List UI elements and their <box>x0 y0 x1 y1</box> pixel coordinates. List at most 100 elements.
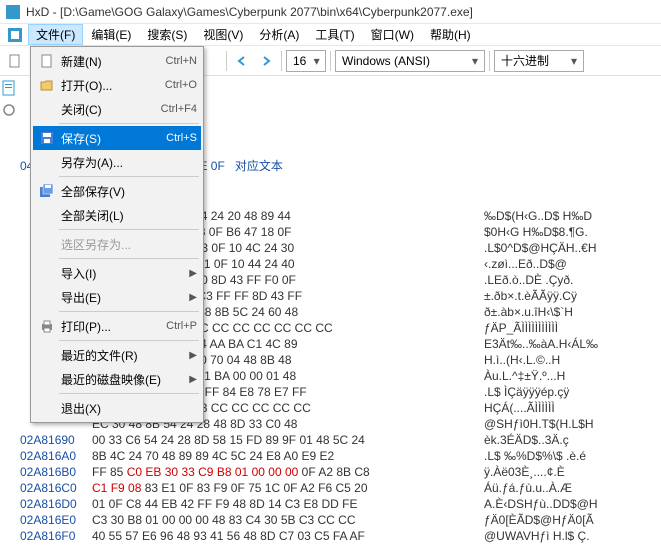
menu-4[interactable]: 分析(A) <box>251 24 307 45</box>
menuitem-new[interactable]: 新建(N)Ctrl+N <box>33 49 201 73</box>
menu-3[interactable]: 视图(V) <box>195 24 251 45</box>
addr: 02A816E0 <box>20 512 92 528</box>
menuitem-print[interactable]: 打印(P)...Ctrl+P <box>33 314 201 338</box>
chevron-down-icon: ▾ <box>468 54 482 68</box>
ascii[interactable]: ‰D$(H‹G..D$ H‰D <box>484 208 592 224</box>
bytes[interactable]: FF 85 C0 EB 30 33 C9 B8 01 00 00 00 0F A… <box>92 464 484 480</box>
menu-2[interactable]: 搜索(S) <box>139 24 195 45</box>
hex-row[interactable]: 02A8169000 33 C6 54 24 28 8D 58 15 FD 89… <box>20 432 598 448</box>
menu-1[interactable]: 编辑(E) <box>83 24 139 45</box>
file-menu: 新建(N)Ctrl+N打开(O)...Ctrl+O关闭(C)Ctrl+F4保存(… <box>30 46 204 423</box>
chevron-down-icon: ▾ <box>567 54 581 68</box>
bytes[interactable]: 8B 4C 24 70 48 89 89 4C 5C 24 E8 A0 E9 E… <box>92 448 484 464</box>
menuitem-close-all[interactable]: 全部关闭(L) <box>33 203 201 227</box>
menuitem-export[interactable]: 导出(E)▶ <box>33 285 201 309</box>
print-icon <box>37 318 57 334</box>
menuitem-save-as[interactable]: 另存为(A)... <box>33 150 201 174</box>
shortcut-label: Ctrl+P <box>166 320 197 332</box>
blank-icon <box>37 347 57 363</box>
shortcut-label: Ctrl+F4 <box>161 103 197 115</box>
app-menu-icon[interactable] <box>2 24 28 45</box>
ascii[interactable]: èk.3ÉÄD$..3Ä.ç <box>484 432 569 448</box>
menuitem-recent-images[interactable]: 最近的磁盘映像(E)▶ <box>33 367 201 391</box>
addr: 02A816C0 <box>20 480 92 496</box>
menuitem-label: 选区另存为... <box>61 236 197 253</box>
ascii[interactable]: @SHƒì0H.T$(H.L$H <box>484 416 594 432</box>
side-refresh-icon[interactable] <box>1 102 19 120</box>
ascii[interactable]: $0H‹G H‰D$8.¶G. <box>484 224 588 240</box>
ascii[interactable]: ÿ.Àë03È¸....¢.È <box>484 464 565 480</box>
bytes[interactable]: 40 55 57 E6 96 48 93 41 56 48 8D C7 03 C… <box>92 528 484 544</box>
menuitem-label: 打开(O)... <box>61 77 165 94</box>
encoding-select[interactable]: Windows (ANSI)▾ <box>335 50 485 72</box>
ascii[interactable]: ‹.zøì...Eð..D$@ <box>484 256 567 272</box>
blank-icon <box>37 101 57 117</box>
ascii[interactable]: .L$0^D$@HÇÄH..€H <box>484 240 597 256</box>
submenu-arrow-icon: ▶ <box>189 350 197 361</box>
next-button[interactable] <box>255 50 277 72</box>
chevron-down-icon: ▾ <box>310 54 323 68</box>
menuitem-save-all[interactable]: 全部保存(V) <box>33 179 201 203</box>
menuitem-recent-files[interactable]: 最近的文件(R)▶ <box>33 343 201 367</box>
bytes[interactable]: C3 30 B8 01 00 00 00 48 83 C4 30 5B C3 C… <box>92 512 484 528</box>
menuitem-label: 保存(S) <box>61 130 166 147</box>
ascii[interactable]: ƒÄP_ÃÌÌÌÌÌÌÌÌÌÌÌ <box>484 320 558 336</box>
blank-icon <box>37 371 57 387</box>
ascii[interactable]: .LEð.ò..DÈ .Çyð. <box>484 272 573 288</box>
menuitem-save-selection: 选区另存为... <box>33 232 201 256</box>
menuitem-label: 全部关闭(L) <box>61 207 197 224</box>
side-doc-icon[interactable] <box>1 80 19 98</box>
bytes[interactable]: C1 F9 08 83 E1 0F 83 F9 0F 75 1C 0F A2 F… <box>92 480 484 496</box>
ascii[interactable]: Áü.ƒá.ƒù.u..À.Æ <box>484 480 575 496</box>
menuitem-label: 导入(I) <box>61 265 189 282</box>
menuitem-label: 导出(E) <box>61 289 189 306</box>
bytes[interactable]: 00 33 C6 54 24 28 8D 58 15 FD 89 9F 01 4… <box>92 432 484 448</box>
menuitem-exit[interactable]: 退出(X) <box>33 396 201 420</box>
ascii[interactable]: A.È‹DSHƒù..DD$@H <box>484 496 598 512</box>
submenu-arrow-icon: ▶ <box>189 292 197 303</box>
menu-0[interactable]: 文件(F) <box>28 24 83 45</box>
ascii[interactable]: HÇÁ(....ÃÌÌÌÌÌÌ <box>484 400 555 416</box>
menu-6[interactable]: 窗口(W) <box>363 24 422 45</box>
ascii[interactable]: ƒÄ0[ÈÃD$@HƒÄ0[Ã <box>484 512 594 528</box>
menuitem-save[interactable]: 保存(S)Ctrl+S <box>33 126 201 150</box>
blank-icon <box>37 289 57 305</box>
new-icon <box>37 53 57 69</box>
app-icon <box>6 5 20 19</box>
ascii[interactable]: Àu.L.^‡±Ÿ.º...H <box>484 368 565 384</box>
bytes[interactable]: 01 0F C8 44 EB 42 FF F9 48 8D 14 C3 E8 D… <box>92 496 484 512</box>
menu-bar: 文件(F)编辑(E)搜索(S)视图(V)分析(A)工具(T)窗口(W)帮助(H) <box>0 24 661 46</box>
title-text: HxD - [D:\Game\GOG Galaxy\Games\Cyberpun… <box>26 5 473 19</box>
menuitem-open[interactable]: 打开(O)...Ctrl+O <box>33 73 201 97</box>
bytes-per-row-input[interactable]: 16▾ <box>286 50 326 72</box>
prev-button[interactable] <box>231 50 253 72</box>
hex-row[interactable]: 02A816D001 0F C8 44 EB 42 FF F9 48 8D 14… <box>20 496 598 512</box>
hex-row[interactable]: 02A816C0C1 F9 08 83 E1 0F 83 F9 0F 75 1C… <box>20 480 598 496</box>
ascii[interactable]: E3Ät‰..‰àA.H‹ÁL‰ <box>484 336 598 352</box>
menuitem-import[interactable]: 导入(I)▶ <box>33 261 201 285</box>
menuitem-close[interactable]: 关闭(C)Ctrl+F4 <box>33 97 201 121</box>
new-file-button[interactable] <box>4 50 26 72</box>
hex-row[interactable]: 02A816F040 55 57 E6 96 48 93 41 56 48 8D… <box>20 528 598 544</box>
shortcut-label: Ctrl+S <box>166 132 197 144</box>
ascii[interactable]: ð±.àb×.u.îH‹\$`H <box>484 304 573 320</box>
saveall-icon <box>37 183 57 199</box>
ascii[interactable]: .L$ ÌÇäÿÿÿép.çÿ <box>484 384 569 400</box>
menuitem-label: 最近的文件(R) <box>61 347 189 364</box>
hex-row[interactable]: 02A816A08B 4C 24 70 48 89 89 4C 5C 24 E8… <box>20 448 598 464</box>
shortcut-label: Ctrl+O <box>165 79 197 91</box>
menuitem-label: 退出(X) <box>61 400 197 417</box>
addr: 02A81690 <box>20 432 92 448</box>
hex-row[interactable]: 02A816E0C3 30 B8 01 00 00 00 48 83 C4 30… <box>20 512 598 528</box>
menuitem-label: 新建(N) <box>61 53 166 70</box>
view-select[interactable]: 十六进制▾ <box>494 50 584 72</box>
ascii[interactable]: ±.ðb×.t.èÃÃÿÿ.Cÿ <box>484 288 577 304</box>
ascii[interactable]: .L$ ‰%D$%\$ .è.é <box>484 448 586 464</box>
hex-row[interactable]: 02A816B0FF 85 C0 EB 30 33 C9 B8 01 00 00… <box>20 464 598 480</box>
ascii[interactable]: H.ì..(H‹.L.©..H <box>484 352 560 368</box>
menu-5[interactable]: 工具(T) <box>307 24 362 45</box>
menu-7[interactable]: 帮助(H) <box>422 24 479 45</box>
side-toolbar <box>0 76 20 120</box>
ascii[interactable]: @UWAVHƒì H.l$ Ç. <box>484 528 590 544</box>
title-bar: HxD - [D:\Game\GOG Galaxy\Games\Cyberpun… <box>0 0 661 24</box>
